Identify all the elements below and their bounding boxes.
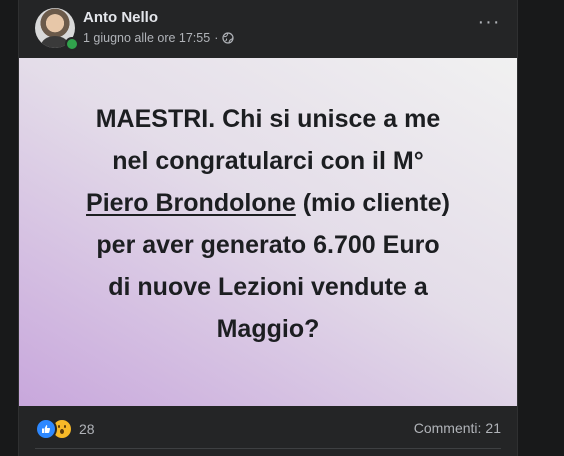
post-header: Anto Nello 1 giugno alle ore 17:55 · ···	[19, 0, 517, 56]
post-text-line: Piero Brondolone (mio cliente)	[48, 182, 488, 224]
wow-eye	[58, 425, 60, 428]
reaction-count[interactable]: 28	[79, 421, 95, 437]
mentioned-user-link[interactable]: Piero Brondolone	[86, 189, 296, 217]
more-options-icon: ···	[477, 11, 501, 33]
post-text-fragment: (mio cliente)	[295, 189, 450, 217]
comments-count-link[interactable]: Commenti: 21	[414, 420, 501, 436]
post-text-line: nel congratularci con il M°	[112, 147, 424, 175]
footer-divider	[35, 448, 501, 449]
online-status-dot	[65, 37, 79, 51]
post-card: Anto Nello 1 giugno alle ore 17:55 · ···…	[18, 0, 518, 456]
post-text-line: di nuove Lezioni vendute a	[108, 273, 428, 301]
reactions-summary[interactable]: 28	[35, 418, 95, 440]
more-options-button[interactable]: ···	[475, 12, 503, 40]
comments-label: Commenti:	[413, 420, 482, 436]
post-text-line: per aver generato 6.700 Euro	[96, 231, 440, 259]
post-timestamp[interactable]: 1 giugno alle ore 17:55	[83, 31, 210, 45]
wow-eye	[64, 425, 66, 428]
like-reaction-icon	[35, 418, 57, 440]
comments-count: 21	[485, 420, 501, 436]
post-footer: 28 Commenti: 21	[19, 406, 517, 450]
globe-icon[interactable]	[222, 32, 234, 44]
post-text: MAESTRI. Chi si unisce a me nel congratu…	[48, 98, 488, 350]
post-meta: 1 giugno alle ore 17:55 ·	[83, 31, 234, 45]
post-text-line: Maggio?	[216, 315, 320, 343]
wow-face	[56, 423, 68, 435]
thumbs-up-icon	[42, 425, 51, 433]
wow-mouth	[60, 429, 64, 434]
post-text-line: MAESTRI. Chi si unisce a me	[95, 105, 441, 133]
meta-separator: ·	[214, 31, 219, 45]
post-content-background: MAESTRI. Chi si unisce a me nel congratu…	[19, 58, 517, 406]
author-name[interactable]: Anto Nello	[83, 9, 158, 26]
